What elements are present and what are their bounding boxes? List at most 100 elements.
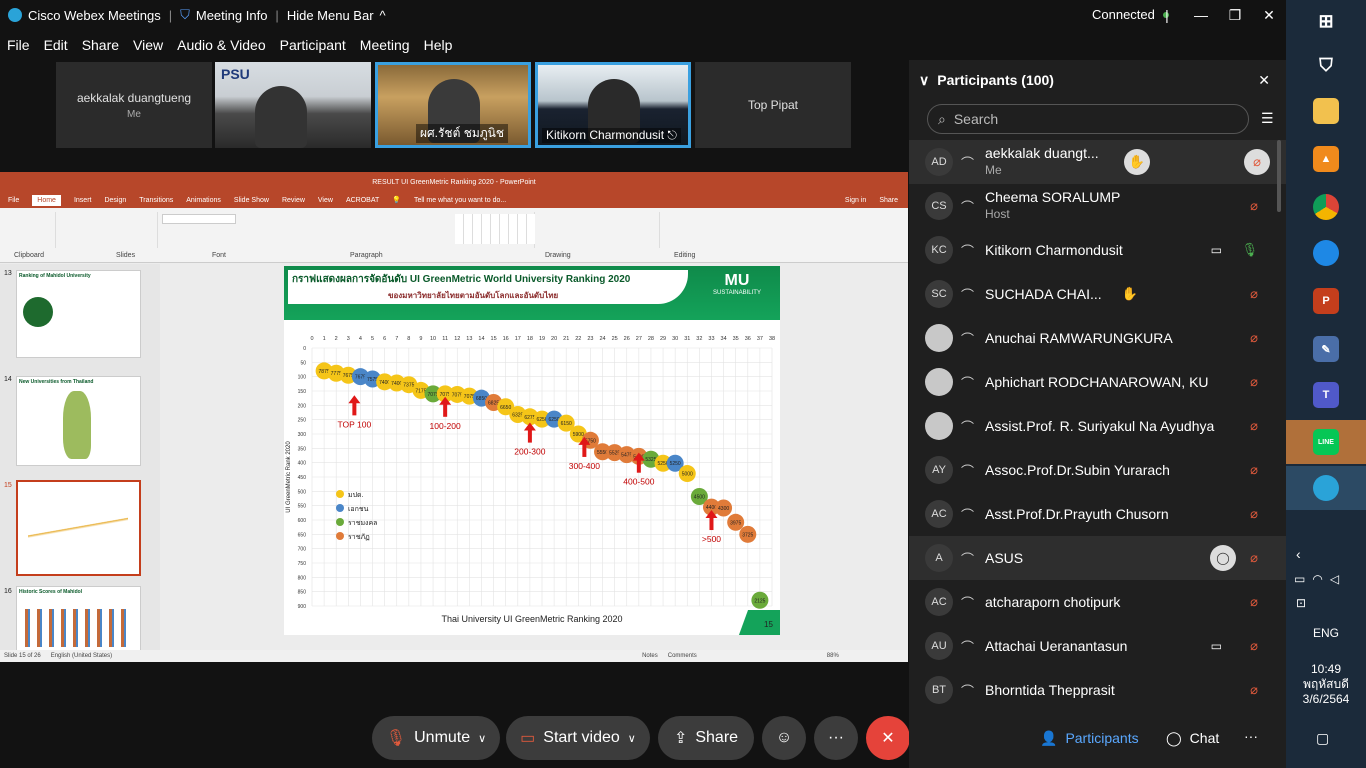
search-input[interactable]: ⌕ Search xyxy=(927,104,1249,134)
video-tile-self[interactable]: aekkalak duangtueng Me xyxy=(56,62,212,148)
hide-menu-bar-button[interactable]: Hide Menu Bar ^ xyxy=(279,0,394,30)
mic-muted-icon[interactable]: ⌀ xyxy=(1250,286,1258,302)
menu-audio-video[interactable]: Audio & Video xyxy=(170,37,272,53)
participant-row[interactable]: CS ⌒ Cheema SORALUMP Host ⌀ xyxy=(909,184,1286,228)
mic-on-icon[interactable]: 🎙 xyxy=(1241,242,1258,258)
shapes-gallery[interactable] xyxy=(455,214,535,244)
wifi-icon[interactable]: ◠ xyxy=(1312,572,1322,586)
menu-meeting[interactable]: Meeting xyxy=(353,37,417,53)
chat-bubble-icon[interactable]: ◯ xyxy=(1210,545,1236,571)
video-tile-3[interactable]: ผศ.รัชต์ ชมภูนิช xyxy=(375,62,531,148)
ppt-tab-slideshow[interactable]: Slide Show xyxy=(234,197,269,204)
ppt-tab-transitions[interactable]: Transitions xyxy=(139,197,173,204)
ppt-signin[interactable]: Sign in xyxy=(845,197,866,204)
chevron-left-icon[interactable]: ‹ xyxy=(1296,546,1301,562)
close-panel-icon[interactable]: ✕ xyxy=(1258,72,1270,89)
mic-muted-icon[interactable]: ⌀ xyxy=(1244,149,1270,175)
mic-muted-icon[interactable]: ⌀ xyxy=(1250,638,1258,654)
raised-hand-icon[interactable]: ✋ xyxy=(1122,286,1138,302)
battery-icon[interactable]: ▭ xyxy=(1294,572,1305,586)
mic-muted-icon[interactable]: ⌀ xyxy=(1250,418,1258,434)
chat-tab[interactable]: ◯ Chat xyxy=(1166,718,1232,758)
participants-tab[interactable]: 👤 Participants xyxy=(1040,718,1156,758)
ppt-tab-file[interactable]: File xyxy=(8,197,19,204)
menu-view[interactable]: View xyxy=(126,37,170,53)
mic-muted-icon[interactable]: ⌀ xyxy=(1250,550,1258,566)
font-name-box[interactable] xyxy=(162,214,236,224)
ppt-tab-design[interactable]: Design xyxy=(104,197,126,204)
scrollbar[interactable] xyxy=(1277,140,1281,212)
share-button[interactable]: ⇪ Share xyxy=(658,716,754,760)
edge-icon[interactable] xyxy=(1313,240,1339,266)
more-options-button[interactable]: ··· xyxy=(814,716,858,760)
menu-share[interactable]: Share xyxy=(75,37,126,53)
thumb-slide-13[interactable]: Ranking of Mahidol University xyxy=(16,270,141,358)
participant-row[interactable]: AY ⌒ Assoc.Prof.Dr.Subin Yurarach ⌀ xyxy=(909,448,1286,492)
participant-row[interactable]: AU ⌒ Attachai Ueranantasun ▭ ⌀ xyxy=(909,624,1286,668)
menu-participant[interactable]: Participant xyxy=(273,37,353,53)
thumb-slide-15[interactable] xyxy=(16,480,141,576)
security-shield-icon[interactable]: ⛉ xyxy=(1313,52,1339,78)
raised-hand-icon[interactable]: ✋ xyxy=(1124,149,1150,175)
ppt-tab-view[interactable]: View xyxy=(318,197,333,204)
meeting-info-button[interactable]: ⛉ Meeting Info xyxy=(172,0,275,30)
ppt-tell-me[interactable]: Tell me what you want to do... xyxy=(414,197,506,204)
reactions-button[interactable]: ☺ xyxy=(762,716,806,760)
clock[interactable]: 10:49 พฤหัสบดี 3/6/2564 xyxy=(1286,662,1366,707)
mic-muted-icon[interactable]: ⌀ xyxy=(1250,330,1258,346)
chrome-icon[interactable] xyxy=(1313,194,1339,220)
video-tile-4[interactable]: Kitikorn Charmondusit ⎋ xyxy=(535,62,691,148)
mic-muted-icon[interactable]: ⌀ xyxy=(1250,682,1258,698)
ppt-share[interactable]: Share xyxy=(879,197,898,204)
menu-file[interactable]: File xyxy=(0,37,37,53)
ppt-tab-home[interactable]: Home xyxy=(32,194,61,206)
video-tile-2[interactable]: PSU xyxy=(215,62,371,148)
start-video-button[interactable]: ▭ Start video ∨ xyxy=(506,716,650,760)
speaker-icon[interactable]: ◁ xyxy=(1330,572,1339,586)
menu-edit[interactable]: Edit xyxy=(37,37,75,53)
chevron-down-icon[interactable]: ∨ xyxy=(919,72,929,89)
mic-muted-icon[interactable]: ⌀ xyxy=(1250,374,1258,390)
comments-button[interactable]: Comments xyxy=(668,653,697,659)
mic-muted-icon[interactable]: ⌀ xyxy=(1250,198,1258,214)
webex-taskbar-icon[interactable] xyxy=(1313,475,1339,501)
notes-button[interactable]: Notes xyxy=(642,653,658,659)
maximize-button[interactable]: ❐ xyxy=(1218,7,1252,24)
ppt-tab-review[interactable]: Review xyxy=(282,197,305,204)
close-button[interactable]: ✕ xyxy=(1252,7,1286,24)
thumb-slide-16[interactable]: Historic Scores of Mahidol xyxy=(16,586,141,652)
participant-row[interactable]: ⌒ Aphichart RODCHANAROWAN, KU ⌀ xyxy=(909,360,1286,404)
windows-start-icon[interactable]: ⊞ xyxy=(1313,8,1339,34)
powerpoint-icon[interactable]: P xyxy=(1313,288,1339,314)
mic-muted-icon[interactable]: ⌀ xyxy=(1250,462,1258,478)
more-panels-button[interactable]: ··· xyxy=(1244,728,1258,744)
ppt-tab-insert[interactable]: Insert xyxy=(74,197,92,204)
zoom-level[interactable]: 88% xyxy=(827,653,839,659)
leave-meeting-button[interactable]: ✕ xyxy=(866,716,910,760)
vlc-icon[interactable]: ▲ xyxy=(1313,146,1339,172)
participant-row[interactable]: A ⌒ ASUS ◯ ⌀ xyxy=(909,536,1286,580)
participant-row[interactable]: ⌒ Assist.Prof. R. Suriyakul Na Ayudhya ⌀ xyxy=(909,404,1286,448)
unmute-button[interactable]: 🎙 Unmute ∨ xyxy=(372,716,500,760)
mic-muted-icon[interactable]: ⌀ xyxy=(1250,506,1258,522)
participant-row[interactable]: AC ⌒ Asst.Prof.Dr.Prayuth Chusorn ⌀ xyxy=(909,492,1286,536)
ppt-tab-acrobat[interactable]: ACROBAT xyxy=(346,197,379,204)
participant-row[interactable]: KC ⌒ Kitikorn Charmondusit ▭ 🎙 xyxy=(909,228,1286,272)
menu-help[interactable]: Help xyxy=(417,37,460,53)
ppt-tab-animations[interactable]: Animations xyxy=(186,197,221,204)
sort-list-icon[interactable]: ☰ xyxy=(1261,110,1274,127)
mic-muted-icon[interactable]: ⌀ xyxy=(1250,594,1258,610)
language-indicator[interactable]: ENG xyxy=(1286,626,1366,640)
notification-tray-icon[interactable]: ⊡ xyxy=(1296,596,1306,610)
participant-row[interactable]: ⌒ Anuchai RAMWARUNGKURA ⌀ xyxy=(909,316,1286,360)
teams-icon[interactable]: T xyxy=(1313,382,1339,408)
participant-row[interactable]: BT ⌒ Bhorntida Thepprasit ⌀ xyxy=(909,668,1286,712)
video-tile-5[interactable]: Top Pipat xyxy=(695,62,851,148)
thumb-slide-14[interactable]: New Universities from Thailand xyxy=(16,376,141,466)
minimize-button[interactable]: — xyxy=(1184,7,1218,23)
paint-icon[interactable]: ✎ xyxy=(1313,336,1339,362)
participant-row[interactable]: SC ⌒ SUCHADA CHAI... ✋ ⌀ xyxy=(909,272,1286,316)
line-icon[interactable]: LINE xyxy=(1313,429,1339,455)
participant-row[interactable]: AC ⌒ atcharaporn chotipurk ⌀ xyxy=(909,580,1286,624)
action-center-icon[interactable]: ▢ xyxy=(1316,730,1329,747)
